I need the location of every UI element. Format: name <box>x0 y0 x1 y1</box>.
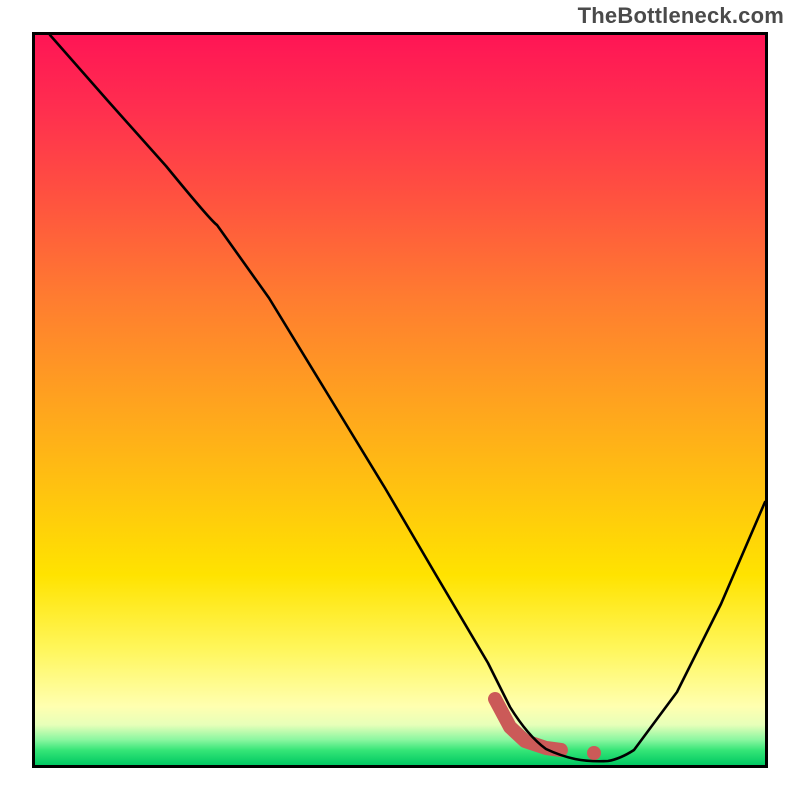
bottleneck-curve <box>50 35 765 761</box>
chart-container: TheBottleneck.com <box>0 0 800 800</box>
accent-dot <box>587 746 601 760</box>
attribution-label: TheBottleneck.com <box>578 3 784 29</box>
accent-segment <box>495 699 561 750</box>
curve-layer <box>35 35 765 765</box>
plot-frame <box>32 32 768 768</box>
